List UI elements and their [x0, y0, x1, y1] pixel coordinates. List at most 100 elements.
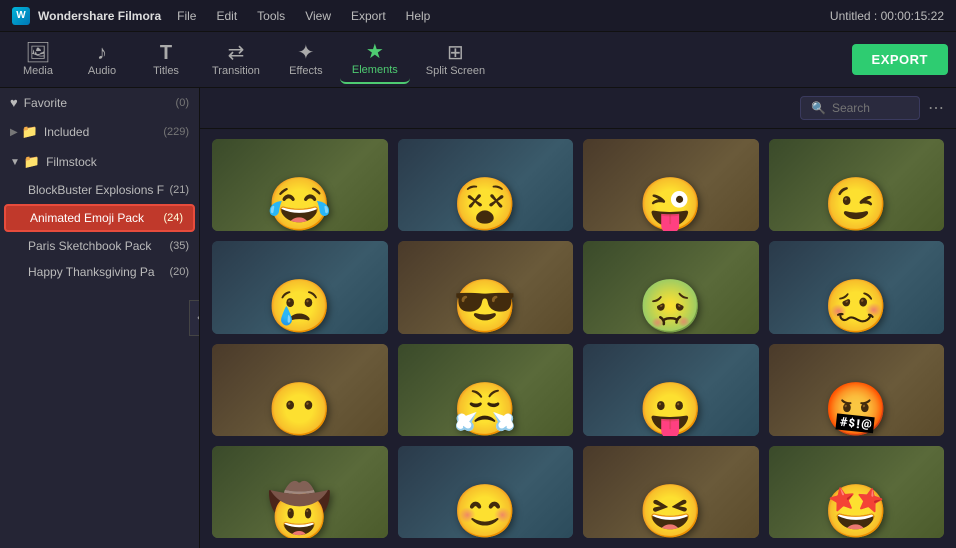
- emoji-graphic: 😉: [824, 179, 889, 231]
- app-logo: W: [12, 7, 30, 25]
- grid-item-6[interactable]: 😎Animated Emoji Pack Ele...: [398, 241, 574, 333]
- main-area: ♥ Favorite (0) ▶ 📁 Included (229) ▼ 📁 Fi…: [0, 88, 956, 548]
- titlebar: W Wondershare Filmora File Edit Tools Vi…: [0, 0, 956, 32]
- menu-help[interactable]: Help: [398, 7, 439, 25]
- search-icon: 🔍: [811, 101, 826, 115]
- toolbar: 🖼 Media ♪ Audio T Titles ⇄ Transition ✦ …: [0, 32, 956, 88]
- sidebar-item-animated-emoji[interactable]: Animated Emoji Pack (24): [4, 204, 195, 232]
- tool-media[interactable]: 🖼 Media: [8, 37, 68, 83]
- emoji-graphic: 😎: [453, 281, 518, 333]
- audio-label: Audio: [88, 65, 116, 77]
- grid-item-1[interactable]: 😂Animated Emoji Pack Ele...: [212, 139, 388, 231]
- tool-audio[interactable]: ♪ Audio: [72, 37, 132, 83]
- emoji-graphic: 😶: [267, 384, 332, 436]
- emoji-graphic: 🤩: [824, 486, 889, 538]
- titles-label: Titles: [153, 65, 179, 77]
- titles-icon: T: [160, 43, 172, 63]
- tool-transition[interactable]: ⇄ Transition: [200, 37, 272, 83]
- sidebar: ♥ Favorite (0) ▶ 📁 Included (229) ▼ 📁 Fi…: [0, 88, 200, 548]
- grid-item-11[interactable]: 😛Animated Emoji Pack Ele...: [583, 344, 759, 436]
- emoji-graphic: 😵: [453, 179, 518, 231]
- project-time: Untitled : 00:00:15:22: [830, 9, 944, 23]
- menu-bar: File Edit Tools View Export Help: [169, 7, 438, 25]
- emoji-graphic: 😜: [638, 179, 703, 231]
- grid-item-7[interactable]: 🤢Animated Emoji Pack Ele...: [583, 241, 759, 333]
- media-label: Media: [23, 65, 53, 77]
- transition-label: Transition: [212, 65, 260, 77]
- grid-item-10[interactable]: 😤Animated Emoji Pack Ele...: [398, 344, 574, 436]
- sidebar-item-included[interactable]: ▶ 📁 Included (229): [0, 117, 199, 147]
- paris-sketchbook-label: Paris Sketchbook Pack: [28, 239, 169, 253]
- search-input[interactable]: [832, 101, 912, 115]
- filmstock-label: Filmstock: [46, 155, 189, 169]
- effects-label: Effects: [289, 65, 322, 77]
- grid-item-14[interactable]: 😊Animated Emoji Pack Ele...: [398, 446, 574, 538]
- splitscreen-label: Split Screen: [426, 65, 485, 77]
- content-area: 🔍 ⋯ 😂Animated Emoji Pack Ele...😵Animated…: [200, 88, 956, 548]
- emoji-graphic: 😂: [267, 179, 332, 231]
- heart-icon: ♥: [10, 95, 18, 110]
- tool-effects[interactable]: ✦ Effects: [276, 37, 336, 83]
- chevron-down-icon: ▶: [10, 127, 18, 138]
- included-label: Included: [44, 125, 159, 139]
- content-grid: 😂Animated Emoji Pack Ele...😵Animated Emo…: [200, 129, 956, 548]
- grid-item-13[interactable]: 🤠Animated Emoji Pack Ele...: [212, 446, 388, 538]
- happy-thanksgiving-label: Happy Thanksgiving Pa: [28, 265, 169, 279]
- search-box[interactable]: 🔍: [800, 96, 920, 120]
- sidebar-item-paris-sketchbook[interactable]: Paris Sketchbook Pack (35): [0, 233, 199, 259]
- menu-view[interactable]: View: [297, 7, 339, 25]
- grid-item-4[interactable]: 😉Animated Emoji Pack Ele...: [769, 139, 945, 231]
- splitscreen-icon: ⊞: [447, 43, 464, 63]
- elements-label: Elements: [352, 64, 398, 76]
- grid-item-15[interactable]: 😆Animated Emoji Pack Ele...: [583, 446, 759, 538]
- emoji-graphic: 🤬: [824, 384, 889, 436]
- emoji-graphic: 🤢: [638, 281, 703, 333]
- tool-splitscreen[interactable]: ⊞ Split Screen: [414, 37, 497, 83]
- grid-item-9[interactable]: 😶Animated Emoji Pack Ele...: [212, 344, 388, 436]
- tool-elements[interactable]: ★ Elements: [340, 36, 410, 84]
- included-count: (229): [163, 126, 189, 138]
- media-icon: 🖼: [25, 43, 50, 63]
- emoji-graphic: 😤: [453, 384, 518, 436]
- emoji-graphic: 😊: [453, 486, 518, 538]
- search-bar: 🔍 ⋯: [200, 88, 956, 129]
- animated-emoji-count: (24): [163, 212, 183, 224]
- grid-item-3[interactable]: 😜Animated Emoji Pack Ele...: [583, 139, 759, 231]
- emoji-graphic: 🥴: [824, 281, 889, 333]
- grid-item-2[interactable]: 😵Animated Emoji Pack Ele...: [398, 139, 574, 231]
- emoji-graphic: 🤠: [267, 486, 332, 538]
- menu-file[interactable]: File: [169, 7, 204, 25]
- menu-edit[interactable]: Edit: [208, 7, 245, 25]
- animated-emoji-label: Animated Emoji Pack: [30, 211, 163, 225]
- titlebar-left: W Wondershare Filmora File Edit Tools Vi…: [12, 7, 438, 25]
- sidebar-item-favorite[interactable]: ♥ Favorite (0): [0, 88, 199, 117]
- effects-icon: ✦: [298, 43, 315, 63]
- transition-icon: ⇄: [228, 43, 245, 63]
- menu-export[interactable]: Export: [343, 7, 394, 25]
- sidebar-item-blockbuster[interactable]: BlockBuster Explosions F (21): [0, 177, 199, 203]
- folder-icon-included: 📁: [22, 124, 38, 140]
- favorite-label: Favorite: [24, 96, 172, 110]
- favorite-count: (0): [176, 97, 189, 109]
- grid-item-12[interactable]: 🤬Animated Emoji Pack Ele...: [769, 344, 945, 436]
- app-name: Wondershare Filmora: [38, 9, 161, 23]
- sidebar-item-filmstock[interactable]: ▼ 📁 Filmstock: [0, 147, 199, 177]
- blockbuster-count: (21): [169, 184, 189, 196]
- folder-icon-filmstock: 📁: [24, 154, 40, 170]
- sidebar-item-happy-thanksgiving[interactable]: Happy Thanksgiving Pa (20): [0, 259, 199, 285]
- grid-item-8[interactable]: 🥴Animated Emoji Pack Ele...: [769, 241, 945, 333]
- paris-sketchbook-count: (35): [169, 240, 189, 252]
- menu-tools[interactable]: Tools: [249, 7, 293, 25]
- emoji-graphic: 😆: [638, 486, 703, 538]
- grid-view-icon[interactable]: ⋯: [928, 98, 944, 118]
- elements-icon: ★: [366, 42, 384, 62]
- sidebar-collapse-button[interactable]: ‹: [189, 300, 200, 336]
- audio-icon: ♪: [97, 43, 107, 63]
- blockbuster-label: BlockBuster Explosions F: [28, 183, 169, 197]
- grid-item-5[interactable]: 😢Animated Emoji Pack Ele...: [212, 241, 388, 333]
- emoji-graphic: 😛: [638, 384, 703, 436]
- grid-item-16[interactable]: 🤩Animated Emoji Pack Ele...: [769, 446, 945, 538]
- export-button[interactable]: EXPORT: [852, 44, 948, 75]
- chevron-down-icon-filmstock: ▼: [10, 157, 20, 168]
- tool-titles[interactable]: T Titles: [136, 37, 196, 83]
